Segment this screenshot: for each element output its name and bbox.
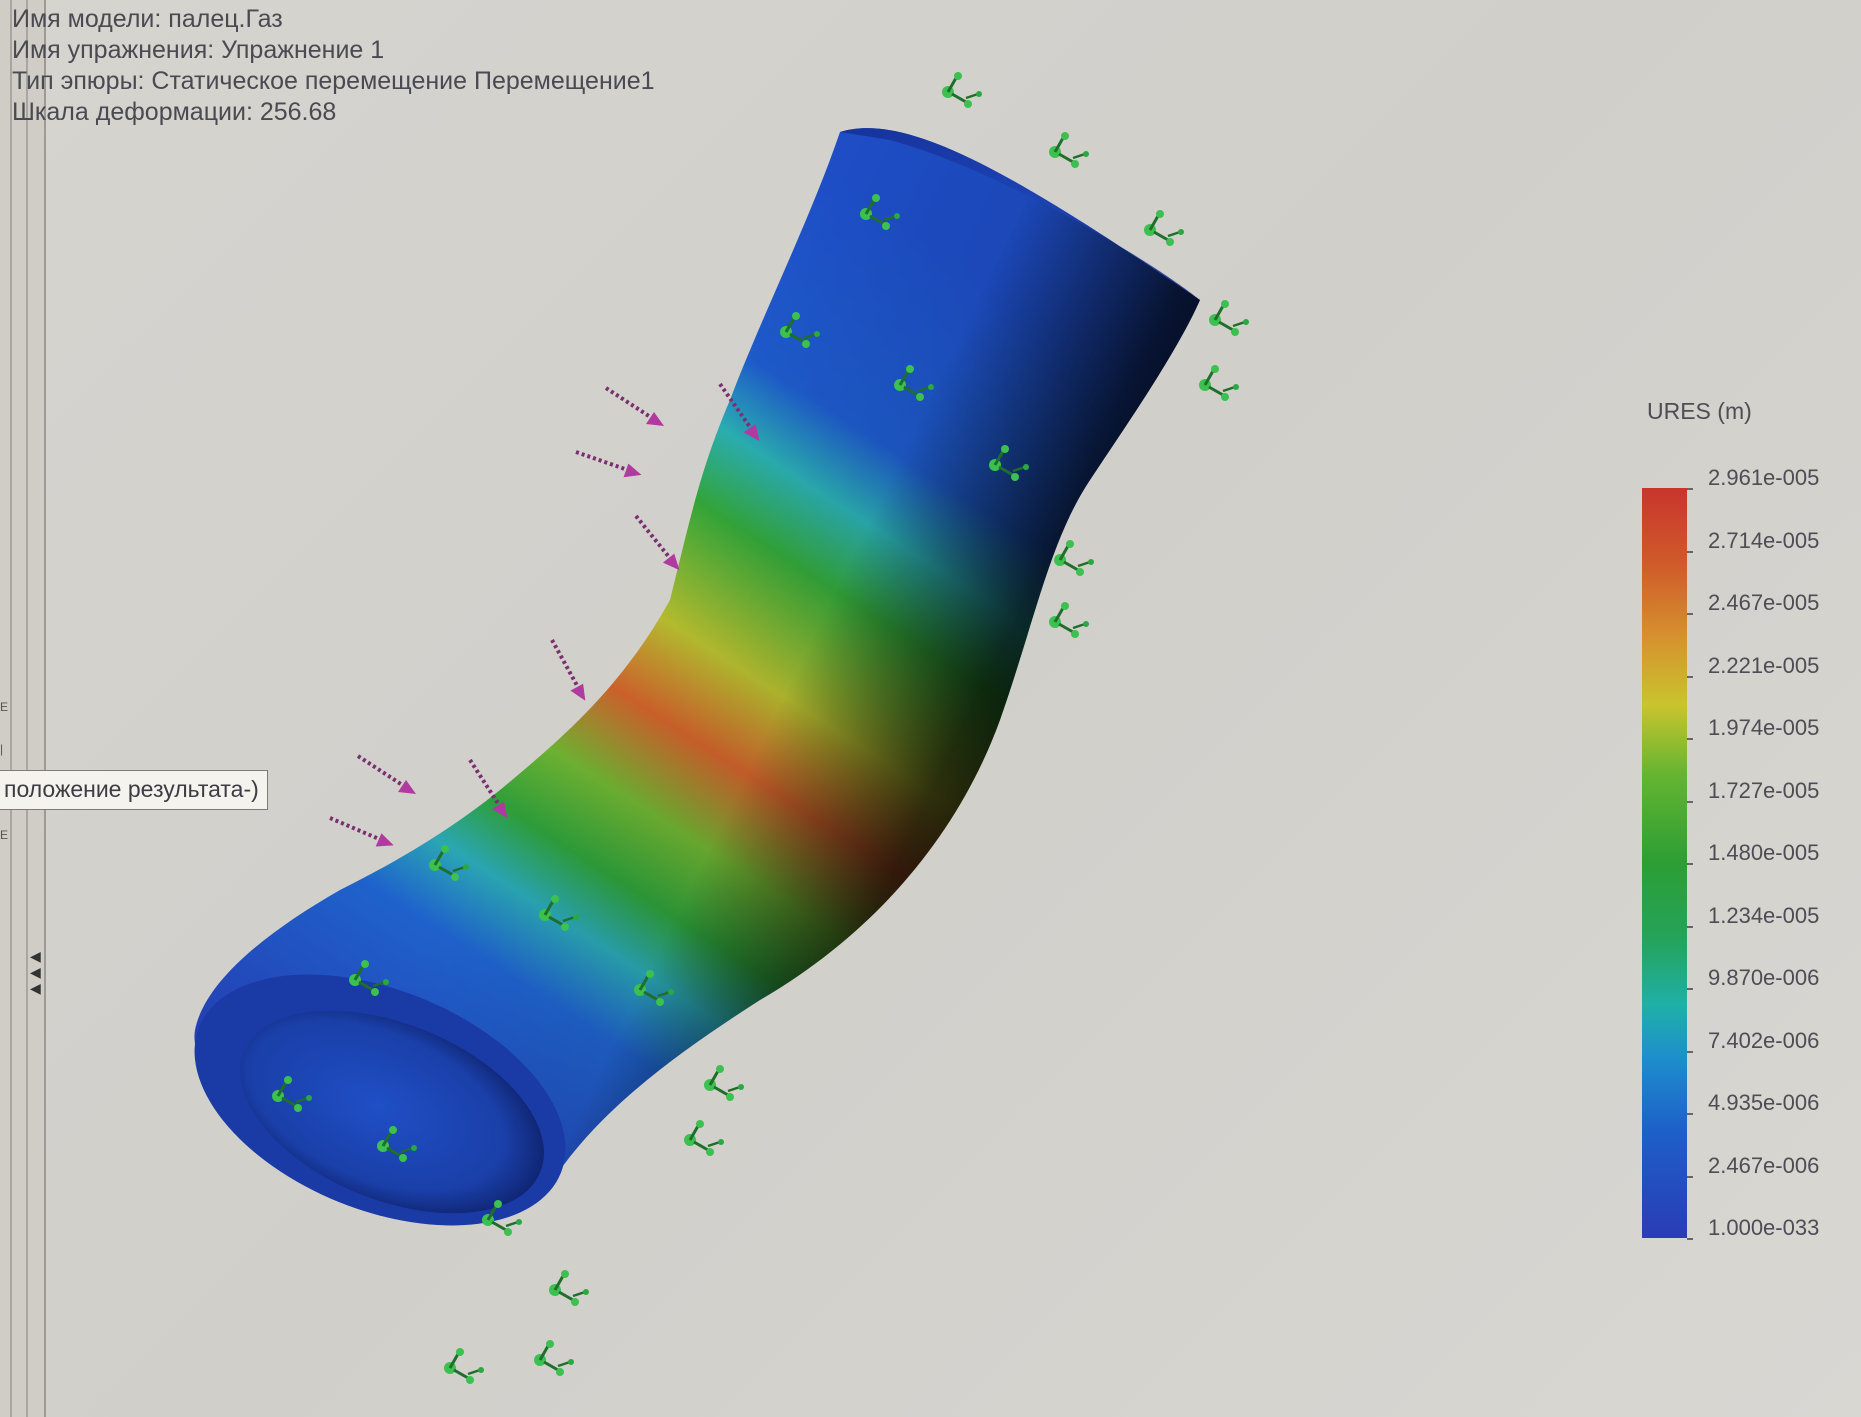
plot-type-label: Тип эпюры: Статическое перемещение Перем… bbox=[12, 67, 655, 95]
force-arrow-icon bbox=[604, 386, 666, 428]
legend-tick-label: 1.974e-005 bbox=[1708, 715, 1820, 740]
legend-tick-mark bbox=[1687, 863, 1693, 865]
legend-tick-label: 1.727e-005 bbox=[1708, 777, 1820, 803]
legend-tick-mark bbox=[1687, 488, 1693, 490]
force-arrow-icon bbox=[356, 754, 418, 796]
fixed-geometry-icon bbox=[1142, 208, 1186, 248]
legend-tick-mark bbox=[1687, 988, 1693, 990]
legend-tick-mark bbox=[1687, 1113, 1693, 1115]
model-name-label: Имя модели: палец.Газ bbox=[12, 5, 283, 33]
legend-tick-label: 2.714e-005 bbox=[1708, 527, 1820, 553]
results-legend[interactable]: URES (m) 2.961e-005 2.714e-005 2.467e-005 2… bbox=[1620, 398, 1860, 1248]
legend-tick-mark bbox=[1687, 925, 1693, 928]
fixed-geometry-icon bbox=[442, 1346, 486, 1386]
fixed-geometry-icon bbox=[702, 1063, 746, 1103]
legend-tick-label: 1.480e-005 bbox=[1708, 840, 1820, 865]
legend-tick-label: 7.402e-006 bbox=[1708, 1027, 1820, 1053]
fixed-geometry-icon bbox=[1207, 298, 1251, 338]
study-info-block: Имя модели: палец.Газ Имя упражнения: Уп… bbox=[12, 4, 655, 128]
legend-title: URES (m) bbox=[1647, 398, 1752, 424]
legend-tick-mark bbox=[1687, 738, 1693, 740]
legend-tick-label: 1.234e-005 bbox=[1708, 902, 1820, 928]
fixed-geometry-icon bbox=[1052, 538, 1096, 578]
legend-tick-label: 4.935e-006 bbox=[1708, 1090, 1820, 1115]
legend-tick-mark bbox=[1687, 1050, 1693, 1053]
legend-tick-label: 2.221e-005 bbox=[1708, 652, 1820, 678]
fixed-geometry-icon bbox=[547, 1268, 591, 1308]
study-name-label: Имя упражнения: Упражнение 1 bbox=[12, 36, 385, 64]
fixed-geometry-icon bbox=[1197, 363, 1241, 403]
force-arrow-icon bbox=[574, 435, 644, 491]
legend-tick-label: 2.961e-005 bbox=[1708, 465, 1820, 490]
legend-tick-mark bbox=[1687, 800, 1693, 803]
legend-tick-mark bbox=[1687, 1175, 1693, 1178]
force-arrow-icon bbox=[328, 805, 396, 858]
deformation-scale-label: Шкала деформации: 256.68 bbox=[12, 98, 337, 126]
fixed-geometry-icon bbox=[682, 1118, 726, 1158]
legend-tick-mark bbox=[1687, 1238, 1693, 1240]
legend-tick-label: 2.467e-005 bbox=[1708, 590, 1820, 615]
legend-color-bar bbox=[1642, 488, 1687, 1238]
legend-tick-label: 9.870e-006 bbox=[1708, 965, 1820, 990]
legend-tick-label: 1.000e-033 bbox=[1708, 1215, 1820, 1240]
force-arrow-icon bbox=[534, 640, 603, 701]
fixed-geometry-icon bbox=[1047, 130, 1091, 170]
fixed-geometry-icon bbox=[1047, 600, 1091, 640]
legend-tick-mark bbox=[1687, 613, 1693, 615]
legend-tick-label: 2.467e-006 bbox=[1708, 1152, 1820, 1178]
result-position-tooltip: положение результата-) bbox=[0, 770, 268, 810]
legend-tick-mark bbox=[1687, 675, 1693, 678]
fixed-geometry-icon bbox=[532, 1338, 576, 1378]
displacement-plot-model[interactable] bbox=[0, 0, 1861, 1417]
fixed-geometry-icon bbox=[940, 70, 984, 110]
legend-tick-mark bbox=[1687, 550, 1693, 553]
